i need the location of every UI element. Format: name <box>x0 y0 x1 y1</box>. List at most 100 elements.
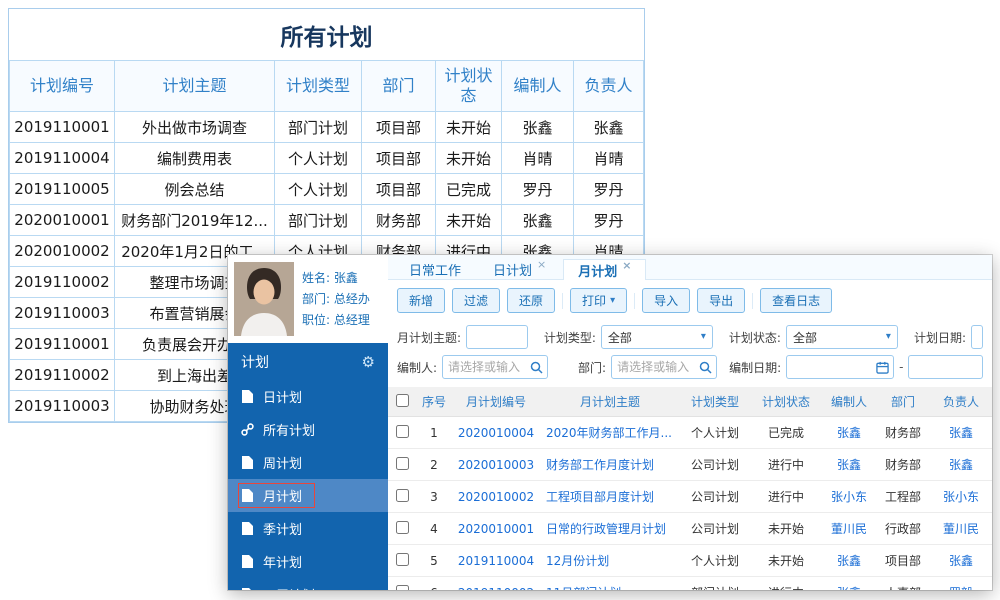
plan-creator: 罗丹 <box>501 173 574 205</box>
plan-date-input[interactable] <box>971 325 983 349</box>
plan-subject: 编制费用表 <box>114 142 275 174</box>
plan-dept: 项目部 <box>361 142 436 174</box>
plan-type: 公司计划 <box>680 512 750 545</box>
sidebar-item-all-plans[interactable]: 所有计划 <box>228 413 388 446</box>
plan-owner-link[interactable]: 董川民 <box>930 512 992 545</box>
plan-id-link[interactable]: 2019110002 <box>452 576 540 590</box>
search-icon[interactable] <box>699 361 712 374</box>
close-icon[interactable]: × <box>622 259 631 272</box>
plan-row[interactable]: 2 2020010003 财务部工作月度计划 公司计划 进行中 张鑫 财务部 张… <box>388 448 992 481</box>
plan-subject-link[interactable]: 财务部工作月度计划 <box>540 448 680 481</box>
plan-creator-link[interactable]: 张鑫 <box>822 448 876 481</box>
plan-dept: 财务部 <box>876 416 930 449</box>
plan-creator-link[interactable]: 张鑫 <box>822 416 876 449</box>
sidebar-section-plan[interactable]: 计划 ⚙ <box>228 343 388 380</box>
plan-id-link[interactable]: 2019110004 <box>452 544 540 577</box>
column-header: 计划类型 <box>274 60 362 112</box>
created-date-end-input[interactable] <box>908 355 983 379</box>
column-header: 负责人 <box>573 60 644 112</box>
row-checkbox[interactable] <box>395 552 409 566</box>
toolbar-divider <box>752 292 754 309</box>
plan-owner-link[interactable]: 张鑫 <box>930 544 992 577</box>
plan-dept: 项目部 <box>876 544 930 577</box>
plan-creator-link[interactable]: 张鑫 <box>822 576 876 590</box>
plan-row[interactable]: 6 2019110002 11月部门计划 部门计划 进行中 张鑫 人事部 罗毅 <box>388 576 992 590</box>
print-button[interactable]: 打印 ▾ <box>570 288 628 313</box>
tab-label: 月计划 <box>578 264 618 280</box>
plan-id-link[interactable]: 2020010001 <box>452 512 540 545</box>
column-header: 部门 <box>876 387 930 417</box>
reset-button[interactable]: 还原 <box>507 288 556 313</box>
avatar-photo <box>234 262 294 336</box>
plan-status: 进行中 <box>750 448 822 481</box>
main-content: 日常工作 日计划 × 月计划 × 新增 过滤 还原 打印 ▾ 导入 导出 查看日… <box>388 255 992 590</box>
add-button[interactable]: 新增 <box>397 288 446 313</box>
plan-row[interactable]: 4 2020010001 日常的行政管理月计划 公司计划 未开始 董川民 行政部… <box>388 512 992 545</box>
plan-owner-link[interactable]: 张小东 <box>930 480 992 513</box>
close-icon[interactable]: × <box>537 258 546 271</box>
sidebar-item-weekly-plan[interactable]: 周计划 <box>228 446 388 479</box>
sidebar-item-quarterly-plan[interactable]: 季计划 <box>228 512 388 545</box>
plan-creator-link[interactable]: 张鑫 <box>822 544 876 577</box>
plan-app-window: 姓名: 张鑫 部门: 总经办 职位: 总经理 计划 ⚙ 日计划 所有计划 周计划… <box>228 255 992 590</box>
report-row: 2019110001 外出做市场调查 部门计划 项目部 未开始 张鑫 张鑫 <box>9 111 644 143</box>
plan-subject-link[interactable]: 日常的行政管理月计划 <box>540 512 680 545</box>
search-icon[interactable] <box>530 361 543 374</box>
filter-button[interactable]: 过滤 <box>452 288 501 313</box>
plan-id: 2019110001 <box>9 111 115 143</box>
tab-bar: 日常工作 日计划 × 月计划 × <box>388 255 992 280</box>
calendar-icon[interactable] <box>876 361 889 374</box>
plan-id-link[interactable]: 2020010004 <box>452 416 540 449</box>
toolbar: 新增 过滤 还原 打印 ▾ 导入 导出 查看日志 <box>388 280 992 319</box>
status-select[interactable]: 全部 ▾ <box>785 325 898 349</box>
plan-type: 公司计划 <box>680 448 750 481</box>
plan-owner: 罗丹 <box>573 204 644 236</box>
document-icon <box>241 522 254 535</box>
tab-daily-plan[interactable]: 日计划 × <box>478 258 561 279</box>
plan-owner-link[interactable]: 张鑫 <box>930 416 992 449</box>
sidebar-item-subordinate-plans[interactable]: 下属计划 <box>228 578 388 590</box>
plan-row[interactable]: 5 2019110004 12月份计划 个人计划 未开始 张鑫 项目部 张鑫 <box>388 544 992 577</box>
gear-icon[interactable]: ⚙ <box>362 354 375 370</box>
selection-highlight-box: 月计划 <box>238 483 316 508</box>
sidebar-item-monthly-plan[interactable]: 月计划 <box>228 479 388 512</box>
plan-creator-link[interactable]: 董川民 <box>822 512 876 545</box>
plan-status: 已完成 <box>435 173 502 205</box>
plan-subject-link[interactable]: 工程项目部月度计划 <box>540 480 680 513</box>
sidebar-item-yearly-plan[interactable]: 年计划 <box>228 545 388 578</box>
plan-subject-link[interactable]: 2020年财务部工作月... <box>540 416 680 449</box>
sidebar-item-label: 所有计划 <box>263 424 316 439</box>
row-checkbox[interactable] <box>395 520 409 534</box>
link-icon <box>241 423 254 436</box>
export-button[interactable]: 导出 <box>697 288 746 313</box>
plan-id-link[interactable]: 2020010003 <box>452 448 540 481</box>
row-checkbox[interactable] <box>395 424 409 438</box>
row-checkbox[interactable] <box>395 488 409 502</box>
row-checkbox[interactable] <box>395 584 409 590</box>
sidebar-item-daily-plan[interactable]: 日计划 <box>228 380 388 413</box>
plan-creator-link[interactable]: 张小东 <box>822 480 876 513</box>
plan-subject-link[interactable]: 11月部门计划 <box>540 576 680 590</box>
print-label: 打印 <box>582 294 607 308</box>
plan-id: 2019110002 <box>9 266 115 298</box>
plan-subject-link[interactable]: 12月份计划 <box>540 544 680 577</box>
creator-filter-label: 编制人: <box>397 360 438 375</box>
row-checkbox[interactable] <box>395 456 409 470</box>
select-all-checkbox[interactable] <box>395 393 409 407</box>
tab-daily-work[interactable]: 日常工作 <box>394 259 476 279</box>
tab-monthly-plan[interactable]: 月计划 × <box>563 259 647 280</box>
view-log-button[interactable]: 查看日志 <box>760 288 833 313</box>
plan-creator: 肖晴 <box>501 142 574 174</box>
import-button[interactable]: 导入 <box>642 288 691 313</box>
plan-owner-link[interactable]: 罗毅 <box>930 576 992 590</box>
type-select[interactable]: 全部 ▾ <box>600 325 713 349</box>
plan-owner: 罗丹 <box>573 173 644 205</box>
plan-owner-link[interactable]: 张鑫 <box>930 448 992 481</box>
document-icon <box>241 555 254 568</box>
column-header: 计划状态 <box>435 60 502 112</box>
plan-row[interactable]: 1 2020010004 2020年财务部工作月... 个人计划 已完成 张鑫 … <box>388 416 992 449</box>
report-row: 2019110005 例会总结 个人计划 项目部 已完成 罗丹 罗丹 <box>9 173 644 205</box>
subject-filter-input[interactable] <box>466 325 528 349</box>
plan-row[interactable]: 3 2020010002 工程项目部月度计划 公司计划 进行中 张小东 工程部 … <box>388 480 992 513</box>
plan-id-link[interactable]: 2020010002 <box>452 480 540 513</box>
